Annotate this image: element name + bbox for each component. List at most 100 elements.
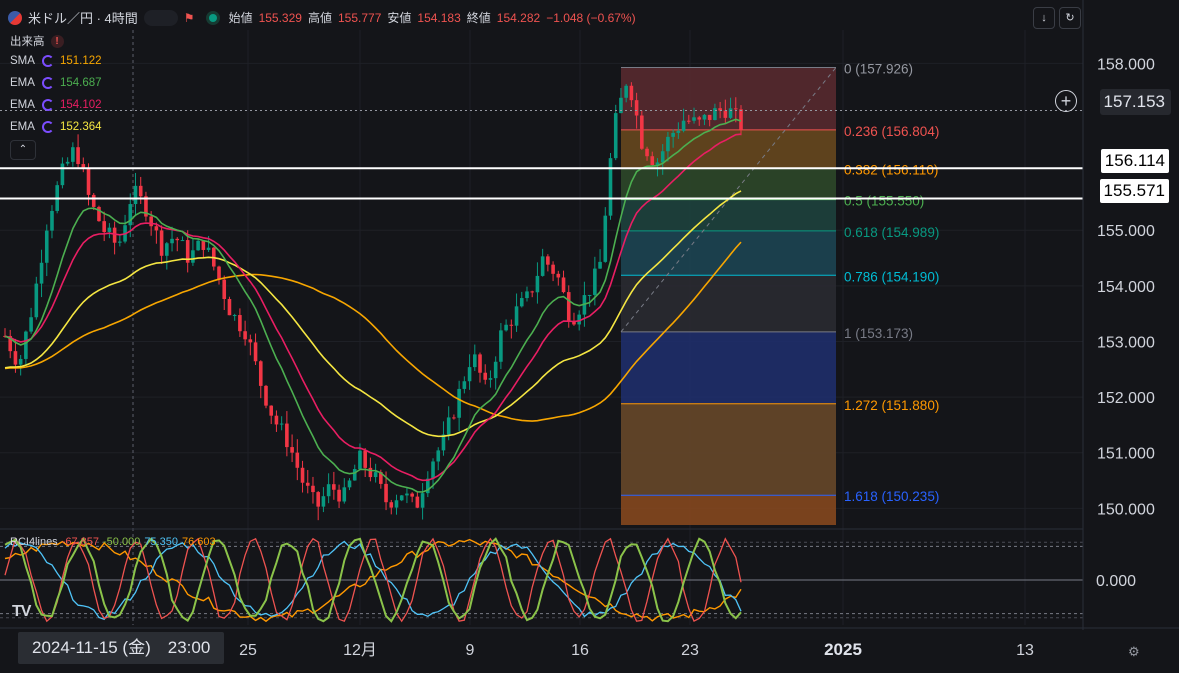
candle-body [530,291,535,293]
candle-body [71,147,75,162]
candle-body [692,117,696,121]
loading-icon [42,121,54,133]
indicator-value: 152.364 [60,121,102,133]
candle-body [285,423,289,448]
candle-body [368,467,373,478]
candle-body [535,275,540,293]
candle-body [608,158,613,216]
candle-body [410,493,414,497]
indicator-legend-sma[interactable]: SMA 151.122 [10,55,102,67]
candle-body [546,256,550,265]
candle-body [666,136,670,152]
indicator-value: 151.122 [60,55,102,67]
candle-body [165,243,169,256]
candle-body [697,117,702,120]
candle-body [170,238,174,244]
candle-body [60,163,65,186]
candle-body [702,114,707,120]
candle-body [191,250,195,263]
fib-band [621,168,836,200]
candle-body [305,482,310,486]
add-plus-icon[interactable]: + [1055,90,1077,112]
market-status-icon [208,13,217,22]
rci-legend[interactable]: RCI4lines -67.857 -50.000 75.350 76.603 [10,536,216,548]
volume-legend[interactable]: 出来高 ! [10,33,64,49]
candle-body [18,358,23,365]
open-label: 始値 [228,11,253,25]
arrow-down-icon[interactable]: ↓ [1033,7,1055,29]
candle-body [50,210,54,231]
candle-body [645,148,649,157]
time-axis-label: 23 [681,642,699,659]
candle-body [253,342,258,362]
candle-body [394,500,399,508]
time-axis-label: 25 [239,642,257,659]
candle-body [650,156,655,166]
tradingview-logo[interactable]: TV [12,603,31,621]
collapse-legend-button[interactable]: ⌃ [10,140,36,160]
price-tick-label: 153.000 [1097,334,1155,351]
high-label: 高値 [307,11,332,25]
candle-body [44,230,49,263]
candle-body [279,423,284,425]
candle-body [316,492,320,507]
candle-body [76,147,80,165]
volume-label: 出来高 [10,36,45,48]
candle-body [290,447,294,453]
horizontal-line-price-1: 156.114 [1100,149,1169,173]
candle-body [405,493,409,496]
rci-value-3: 75.350 [144,536,178,548]
candle-body [707,114,712,121]
flag-marker-icon: ⚑ [183,10,195,25]
indicator-legend-ema-2[interactable]: EMA 154.102 [10,99,102,111]
rci-title: RCI4lines [10,536,58,548]
change-value: −1.048 (−0.67%) [546,10,636,25]
candle-body [603,215,608,262]
low-label: 安値 [387,11,412,25]
candle-body [248,339,253,343]
candle-body [389,502,394,508]
indicator-legend-ema-1[interactable]: EMA 154.687 [10,77,102,89]
indicator-legend-ema-3[interactable]: EMA 152.364 [10,121,102,133]
candle-body [363,450,367,468]
candle-body [415,496,420,508]
price-tick-label: 151.000 [1097,446,1155,463]
refresh-icon[interactable]: ↻ [1059,7,1081,29]
fib-band [621,275,836,332]
candle-body [431,461,435,479]
gear-icon[interactable]: ⚙ [1128,644,1140,660]
candle-body [446,417,451,435]
fib-level-label: 0.236 (156.804) [844,124,939,139]
candle-body [227,299,232,316]
candle-body [634,100,639,116]
candle-body [13,351,18,365]
fib-band [621,403,836,496]
candle-body [264,385,268,406]
candle-body [660,151,665,163]
candle-body [676,130,681,133]
fib-level-label: 0.5 (155.550) [844,194,924,209]
candle-body [613,113,618,159]
candle-body [24,331,28,359]
candle-body [681,120,686,131]
candle-body [739,109,743,130]
candle-body [358,450,362,470]
time-axis-label: 12月 [343,642,377,659]
warning-icon[interactable]: ! [50,34,64,48]
candle-body [311,485,315,493]
candle-body [243,331,247,340]
candle-body [467,367,472,382]
candle-body [133,185,138,205]
chart-canvas[interactable]: 0 (157.926) 0.236 (156.804) 0.382 (156.110… [0,0,1179,673]
price-tick-label: 154.000 [1097,279,1155,296]
candle-body [519,298,524,307]
price-tick-label: 158.000 [1097,56,1155,73]
candle-body [269,405,274,416]
candle-body [587,294,592,296]
crosshair-date-label: 2024-11-15 (金) 23:00 [18,632,225,664]
candle-body [629,85,634,101]
symbol-title[interactable]: 米ドル／円 · 4時間 [28,8,138,27]
candle-body [102,221,106,233]
fib-band [621,199,836,231]
candle-body [640,115,644,149]
